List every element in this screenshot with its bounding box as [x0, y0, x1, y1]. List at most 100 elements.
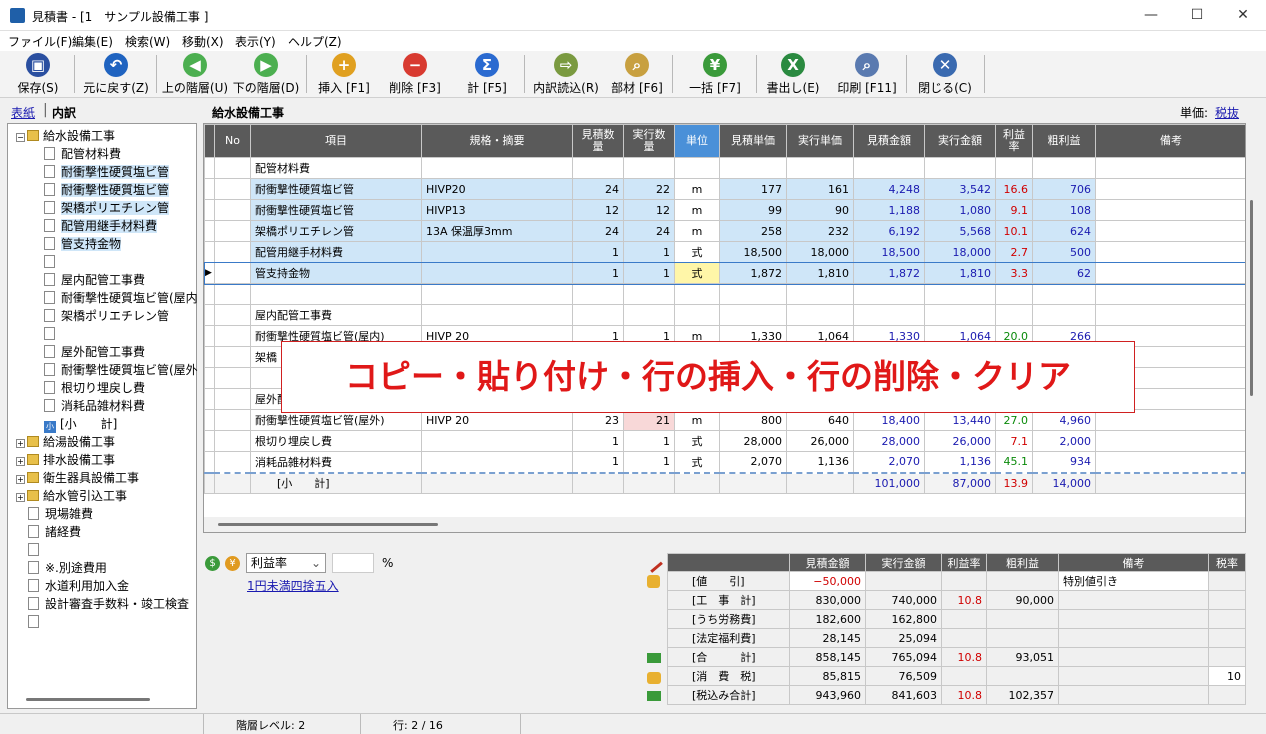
cell-a1[interactable]: 1,872 — [853, 262, 925, 284]
tree-node[interactable]: 諸経費 — [28, 523, 81, 541]
cell-a2[interactable]: 26,000 — [924, 430, 996, 452]
cell-item[interactable]: 架橋ポリエチレン管 — [250, 220, 422, 242]
cell-p2[interactable]: 18,000 — [786, 241, 854, 263]
tree-node[interactable]: 耐衝撃性硬質塩ビ管(屋内 — [44, 289, 198, 307]
tree-node[interactable] — [28, 541, 45, 559]
cell-item[interactable]: 根切り埋戻し費 — [250, 430, 422, 452]
cell-q2[interactable]: 24 — [623, 220, 675, 242]
rounding-link[interactable]: 1円未満四捨五入 — [247, 577, 339, 594]
cell-no[interactable] — [214, 409, 251, 431]
cell-rate[interactable] — [995, 304, 1033, 326]
column-header[interactable]: 単位 — [674, 124, 720, 158]
calc-icon-1[interactable] — [647, 653, 661, 663]
cell-q2[interactable]: 22 — [623, 178, 675, 200]
cell-profit[interactable] — [1032, 283, 1096, 305]
menu-search[interactable]: 検索(W) — [125, 33, 170, 50]
cell-note[interactable] — [1095, 451, 1245, 473]
cell-rate[interactable]: 45.1 — [995, 451, 1033, 473]
cell-a2[interactable]: 3,542 — [924, 178, 996, 200]
import-button[interactable]: ⇨ 内訳読込(R) — [528, 53, 604, 95]
cell-p1[interactable] — [719, 283, 787, 305]
tab-cover[interactable]: 表紙 — [11, 104, 35, 121]
column-header[interactable]: No — [214, 124, 251, 158]
table-row[interactable]: 配管用継手材料費 1 1 式 18,500 18,000 18,500 18,000 2.7 50… — [204, 241, 1245, 263]
cell-a1[interactable]: 2,070 — [853, 451, 925, 473]
cell-no[interactable] — [214, 451, 251, 473]
table-row[interactable]: 屋内配管工事費 — [204, 304, 1245, 326]
close-button[interactable]: ✕ 閉じる(C) — [910, 53, 980, 95]
cell-note[interactable] — [1095, 472, 1245, 494]
tree-node[interactable]: 屋外配管工事費 — [44, 343, 145, 361]
table-row[interactable]: 根切り埋戻し費 1 1 式 28,000 26,000 28,000 26,000 7.1 2,0… — [204, 430, 1245, 452]
close-window-icon[interactable]: ✕ — [1220, 0, 1266, 31]
cell-rate[interactable] — [995, 157, 1033, 179]
column-header[interactable]: 実行単価 — [786, 124, 854, 158]
column-header[interactable]: 備考 — [1095, 124, 1245, 158]
tree-node[interactable]: + 排水設備工事 — [16, 451, 115, 469]
cell-q1[interactable]: 1 — [572, 430, 624, 452]
cell-p1[interactable] — [719, 157, 787, 179]
column-header[interactable]: 項目 — [250, 124, 422, 158]
tree-node[interactable]: 耐衝撃性硬質塩ビ管 — [44, 163, 170, 181]
cell-q2[interactable] — [623, 157, 675, 179]
collapse-icon[interactable]: − — [16, 133, 25, 142]
arrow-left-button[interactable]: ◀ 上の階層(U) — [160, 53, 230, 95]
column-header[interactable]: 粗利益 — [1032, 124, 1096, 158]
tree-node[interactable]: 小 [小 計] — [44, 415, 117, 433]
table-row[interactable] — [204, 283, 1245, 305]
cell-q2[interactable]: 1 — [623, 451, 675, 473]
cell-p1[interactable]: 1,872 — [719, 262, 787, 284]
cell-q1[interactable]: 12 — [572, 199, 624, 221]
cell-q2[interactable] — [623, 283, 675, 305]
cell-a2[interactable] — [924, 304, 996, 326]
summary-cell-a1[interactable]: −50,000 — [789, 571, 866, 591]
table-row[interactable]: 耐衝撃性硬質塩ビ管 HIVP13 12 12 m 99 90 1,188 1,080 9.1 108 — [204, 199, 1245, 221]
cell-item[interactable]: [小 計] — [250, 472, 422, 494]
menu-edit[interactable]: 編集(E) — [72, 33, 113, 50]
cell-p2[interactable]: 1,136 — [786, 451, 854, 473]
cell-p2[interactable]: 90 — [786, 199, 854, 221]
excel-button[interactable]: X 書出し(E) — [760, 53, 826, 95]
cell-spec[interactable]: HIVP20 — [421, 178, 573, 200]
cell-q1[interactable]: 24 — [572, 220, 624, 242]
tree-node[interactable]: 現場雑費 — [28, 505, 93, 523]
tree-node[interactable]: + 衛生器具設備工事 — [16, 469, 139, 487]
column-header[interactable]: 規格・摘要 — [421, 124, 573, 158]
cell-profit[interactable]: 62 — [1032, 262, 1096, 284]
rate-input[interactable] — [332, 553, 374, 573]
undo-button[interactable]: ↶ 元に戻す(Z) — [78, 53, 154, 95]
tab-detail[interactable]: 内訳 — [52, 104, 76, 121]
cell-a1[interactable] — [853, 157, 925, 179]
cell-unit[interactable]: m — [674, 178, 720, 200]
cell-q1[interactable] — [572, 472, 624, 494]
cell-p1[interactable]: 99 — [719, 199, 787, 221]
cell-unit[interactable] — [674, 283, 720, 305]
cell-item[interactable]: 耐衝撃性硬質塩ビ管 — [250, 199, 422, 221]
column-header[interactable]: 見積金額 — [853, 124, 925, 158]
yen-icon[interactable]: ¥ — [225, 556, 240, 571]
column-header[interactable]: 実行金額 — [924, 124, 996, 158]
menu-move[interactable]: 移動(X) — [182, 33, 224, 50]
column-header[interactable]: 見積単価 — [719, 124, 787, 158]
cell-item[interactable]: 配管材料費 — [250, 157, 422, 179]
cell-p2[interactable]: 232 — [786, 220, 854, 242]
expand-icon[interactable]: + — [16, 475, 25, 484]
cell-p2[interactable]: 1,810 — [786, 262, 854, 284]
cell-unit[interactable]: 式 — [674, 241, 720, 263]
cell-q1[interactable] — [572, 283, 624, 305]
maximize-icon[interactable]: ☐ — [1174, 0, 1220, 31]
tree-node[interactable]: ※.別途費用 — [28, 559, 107, 577]
cell-a1[interactable]: 4,248 — [853, 178, 925, 200]
print-preview-button[interactable]: ⌕ 印刷 [F11] — [830, 53, 904, 95]
cell-a1[interactable]: 6,192 — [853, 220, 925, 242]
tree-node[interactable]: 配管材料費 — [44, 145, 121, 163]
column-header[interactable]: 実行数量 — [623, 124, 675, 158]
coins-button[interactable]: ¥ 一括 [F7] — [680, 53, 750, 95]
cell-profit[interactable]: 14,000 — [1032, 472, 1096, 494]
menu-file[interactable]: ファイル(F) — [8, 33, 72, 50]
cell-profit[interactable]: 108 — [1032, 199, 1096, 221]
cell-no[interactable] — [214, 220, 251, 242]
cell-spec[interactable] — [421, 304, 573, 326]
cell-p2[interactable]: 161 — [786, 178, 854, 200]
tree-node[interactable]: + 給湯設備工事 — [16, 433, 115, 451]
